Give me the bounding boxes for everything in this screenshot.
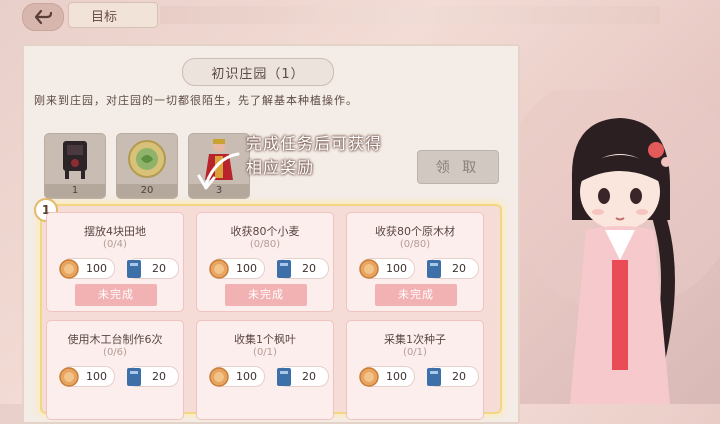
character-illustration	[520, 90, 720, 404]
furniture-icon	[45, 134, 105, 184]
reward-count: 1	[45, 184, 105, 198]
book-icon	[427, 368, 441, 386]
claim-button[interactable]: 领 取	[417, 150, 499, 184]
status-button[interactable]: 未完成	[225, 284, 307, 306]
coin-icon	[209, 259, 229, 279]
book-reward: 20	[277, 258, 329, 279]
coin-amount: 100	[386, 262, 407, 275]
book-reward: 20	[427, 258, 479, 279]
coin-reward: 100	[209, 258, 265, 279]
back-button[interactable]	[22, 3, 64, 31]
task-description: 刚来到庄园，对庄园的一切都很陌生，先了解基本种植操作。	[34, 94, 358, 107]
subtask-card[interactable]: 收获80个小麦 (0/80) 100 20 未完成	[196, 212, 334, 312]
coin-icon	[59, 367, 79, 387]
subtask-name: 采集1次种子	[384, 333, 446, 346]
tutorial-hint: 完成任务后可获得 相应奖励	[246, 132, 382, 180]
coin-amount: 100	[386, 370, 407, 383]
book-reward: 20	[427, 366, 479, 387]
book-icon	[277, 260, 291, 278]
header-decoration	[160, 6, 660, 24]
subtask-progress: (0/1)	[403, 347, 427, 358]
coin-icon	[209, 367, 229, 387]
book-reward: 20	[127, 258, 179, 279]
book-icon	[427, 260, 441, 278]
subtask-name: 收集1个枫叶	[234, 333, 296, 346]
subtask-progress: (0/6)	[103, 347, 127, 358]
coin-amount: 100	[86, 370, 107, 383]
book-amount: 20	[302, 262, 316, 275]
coin-amount: 100	[236, 370, 257, 383]
coin-amount: 100	[86, 262, 107, 275]
coin-reward: 100	[359, 366, 415, 387]
subtask-card[interactable]: 收集1个枫叶 (0/1) 100 20	[196, 320, 334, 420]
book-reward: 20	[127, 366, 179, 387]
subtask-card[interactable]: 摆放4块田地 (0/4) 100 20 未完成	[46, 212, 184, 312]
coin-reward: 100	[59, 366, 115, 387]
subtask-name: 使用木工台制作6次	[67, 333, 163, 346]
top-bar: 目标	[0, 0, 720, 31]
subtask-progress: (0/1)	[253, 347, 277, 358]
hint-arrow-icon	[197, 152, 240, 190]
status-button[interactable]: 未完成	[75, 284, 157, 306]
task-title: 初识庄园（1）	[182, 58, 334, 86]
coin-reward: 100	[209, 366, 265, 387]
reward-item-2[interactable]: 20	[116, 133, 178, 199]
book-amount: 20	[452, 262, 466, 275]
book-amount: 20	[452, 370, 466, 383]
subtask-progress: (0/4)	[103, 239, 127, 250]
page-title: 目标	[68, 2, 158, 28]
hint-line-2: 相应奖励	[246, 158, 315, 177]
back-arrow-icon	[34, 9, 53, 25]
subtask-card[interactable]: 采集1次种子 (0/1) 100 20	[346, 320, 484, 420]
coin-icon	[359, 367, 379, 387]
hint-line-1: 完成任务后可获得	[246, 134, 383, 153]
coin-amount: 100	[236, 262, 257, 275]
book-icon	[127, 260, 141, 278]
subtask-progress: (0/80)	[399, 239, 431, 250]
book-amount: 20	[152, 370, 166, 383]
subtask-progress: (0/80)	[249, 239, 281, 250]
subtask-card[interactable]: 使用木工台制作6次 (0/6) 100 20	[46, 320, 184, 420]
coin-icon	[59, 259, 79, 279]
subtask-name: 摆放4块田地	[84, 225, 146, 238]
coin-reward: 100	[59, 258, 115, 279]
book-icon	[277, 368, 291, 386]
book-icon	[127, 368, 141, 386]
book-reward: 20	[277, 366, 329, 387]
subtask-name: 收获80个小麦	[230, 225, 300, 238]
subtask-name: 收获80个原木材	[375, 225, 455, 238]
coin-reward: 100	[359, 258, 415, 279]
book-amount: 20	[302, 370, 316, 383]
status-button[interactable]: 未完成	[375, 284, 457, 306]
reward-item-1[interactable]: 1	[44, 133, 106, 199]
book-amount: 20	[152, 262, 166, 275]
coin-icon	[117, 134, 177, 184]
reward-count: 20	[117, 184, 177, 198]
subtask-card[interactable]: 收获80个原木材 (0/80) 100 20 未完成	[346, 212, 484, 312]
coin-icon	[359, 259, 379, 279]
